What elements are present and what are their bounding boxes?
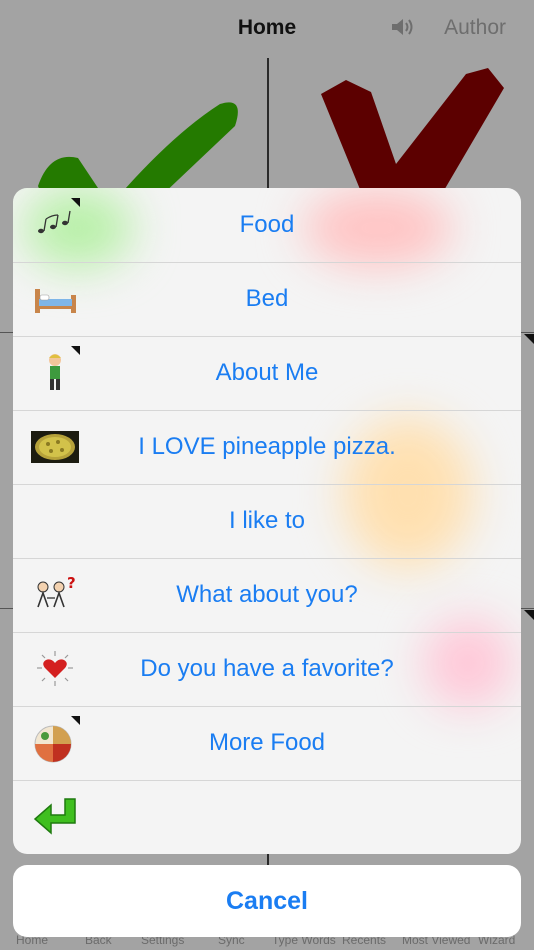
menu-item-label: Bed	[245, 285, 289, 312]
author-button[interactable]: Author	[444, 16, 506, 40]
action-sheet: Food Bed About Me I LOVE pineapple pizza…	[13, 188, 521, 854]
back-arrow-icon	[31, 793, 79, 841]
menu-item-label: About Me	[215, 359, 319, 386]
menu-item-label: Food	[239, 211, 295, 238]
menu-item-food[interactable]: Food	[13, 188, 521, 263]
speaker-icon[interactable]	[390, 16, 416, 38]
folder-corner-icon	[524, 610, 534, 620]
menu-item-bed[interactable]: Bed	[13, 262, 521, 337]
music-notes-icon	[31, 201, 79, 249]
menu-item-pineapple-pizza[interactable]: I LOVE pineapple pizza.	[13, 410, 521, 485]
folder-corner-icon	[524, 334, 534, 344]
boy-icon	[31, 349, 79, 397]
menu-item-about-me[interactable]: About Me	[13, 336, 521, 411]
pizza-photo-icon	[31, 423, 79, 471]
bed-icon	[31, 275, 79, 323]
navigation-bar: Home Author	[0, 0, 534, 56]
menu-item-favorite[interactable]: Do you have a favorite?	[13, 632, 521, 707]
menu-item-label: Do you have a favorite?	[140, 655, 394, 682]
menu-item-more-food[interactable]: More Food	[13, 706, 521, 781]
submenu-indicator-icon	[71, 716, 80, 725]
menu-item-i-like-to[interactable]: I like to	[13, 484, 521, 559]
submenu-indicator-icon	[71, 198, 80, 207]
menu-item-go-back[interactable]	[13, 780, 521, 854]
menu-item-label: More Food	[208, 729, 326, 756]
menu-item-label: I like to	[228, 507, 306, 534]
people-question-icon: ?	[31, 571, 79, 619]
svg-text:?: ?	[67, 574, 76, 592]
menu-item-label: What about you?	[176, 581, 358, 608]
menu-item-what-about-you[interactable]: ? What about you?	[13, 558, 521, 633]
heart-icon	[31, 645, 79, 693]
red-check-icon	[321, 68, 504, 204]
menu-item-label: I LOVE pineapple pizza.	[138, 433, 396, 460]
submenu-indicator-icon	[71, 346, 80, 355]
cancel-button[interactable]: Cancel	[13, 865, 521, 937]
food-plate-icon	[31, 719, 79, 767]
cancel-label: Cancel	[226, 886, 308, 915]
